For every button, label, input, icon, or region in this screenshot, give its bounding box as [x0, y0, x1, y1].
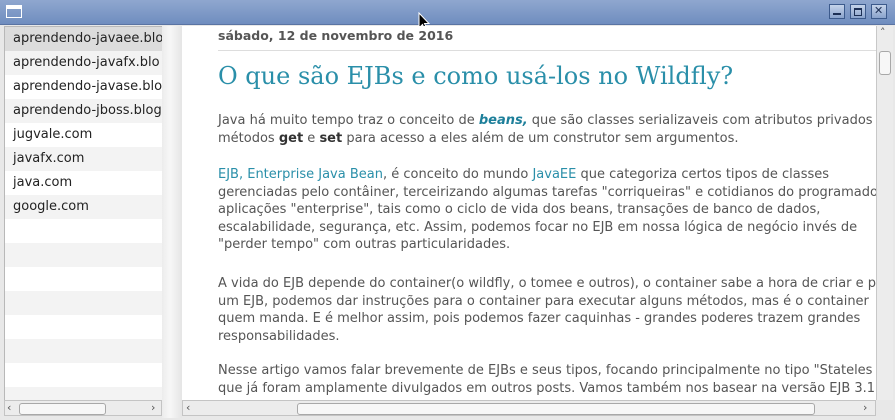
scroll-up-arrow-icon[interactable]: ˄ [880, 26, 886, 40]
scroll-left-arrow-icon[interactable]: ‹ [7, 401, 11, 415]
paragraph-2: EJB, Enterprise Java Bean, é conceito do… [218, 167, 876, 252]
scroll-right-arrow-icon[interactable]: › [151, 401, 155, 415]
scroll-left-arrow-icon[interactable]: ‹ [186, 401, 190, 415]
title-bar[interactable] [0, 0, 895, 25]
bookmark-list[interactable]: aprendendo-javaee.blo aprendendo-javafx.… [4, 26, 163, 404]
empty-row [5, 315, 162, 339]
list-item[interactable]: javafx.com [5, 147, 162, 171]
post-date: sábado, 12 de novembro de 2016 [218, 28, 454, 43]
paragraph-3: A vida do EJB depende do container(o wil… [218, 276, 876, 344]
web-vertical-scrollbar[interactable]: ˄ [876, 26, 893, 400]
list-item[interactable]: aprendendo-jboss.blog [5, 99, 162, 123]
web-horizontal-scrollbar[interactable]: ‹ › [182, 400, 876, 416]
post-title[interactable]: O que são EJBs e como usá-los no Wildfly… [218, 62, 733, 90]
empty-row [5, 267, 162, 291]
list-item[interactable]: jugvale.com [5, 123, 162, 147]
javaee-link[interactable]: JavaEE [532, 167, 576, 182]
window-icon [6, 5, 22, 18]
list-item[interactable]: google.com [5, 195, 162, 219]
empty-row [5, 363, 162, 387]
empty-row [5, 243, 162, 267]
empty-row [5, 339, 162, 363]
list-item[interactable]: aprendendo-javaee.blo [5, 27, 162, 51]
minimize-button[interactable] [829, 4, 845, 19]
divider [218, 50, 876, 51]
paragraph-4: Nesse artigo vamos falar brevemente de E… [218, 363, 876, 396]
ejb-link[interactable]: EJB, Enterprise Java Bean [218, 167, 383, 182]
list-item[interactable]: java.com [5, 171, 162, 195]
scrollbar-thumb[interactable] [879, 51, 891, 75]
beans-link[interactable]: beans, [479, 113, 528, 128]
list-item[interactable]: aprendendo-javase.blo [5, 75, 162, 99]
empty-row [5, 291, 162, 315]
web-view[interactable]: sábado, 12 de novembro de 2016 O que são… [182, 26, 876, 400]
scrollbar-thumb[interactable] [19, 403, 106, 415]
close-button[interactable] [871, 4, 887, 19]
empty-row [5, 219, 162, 243]
paragraph-1: Java há muito tempo traz o conceito de b… [218, 113, 873, 146]
list-horizontal-scrollbar[interactable]: ‹ › [4, 400, 162, 416]
split-pane-divider[interactable] [162, 26, 182, 418]
maximize-button[interactable] [850, 4, 866, 19]
list-item[interactable]: aprendendo-javafx.blo [5, 51, 162, 75]
scrollbar-thumb[interactable] [297, 403, 815, 415]
scroll-right-arrow-icon[interactable]: › [863, 401, 867, 415]
